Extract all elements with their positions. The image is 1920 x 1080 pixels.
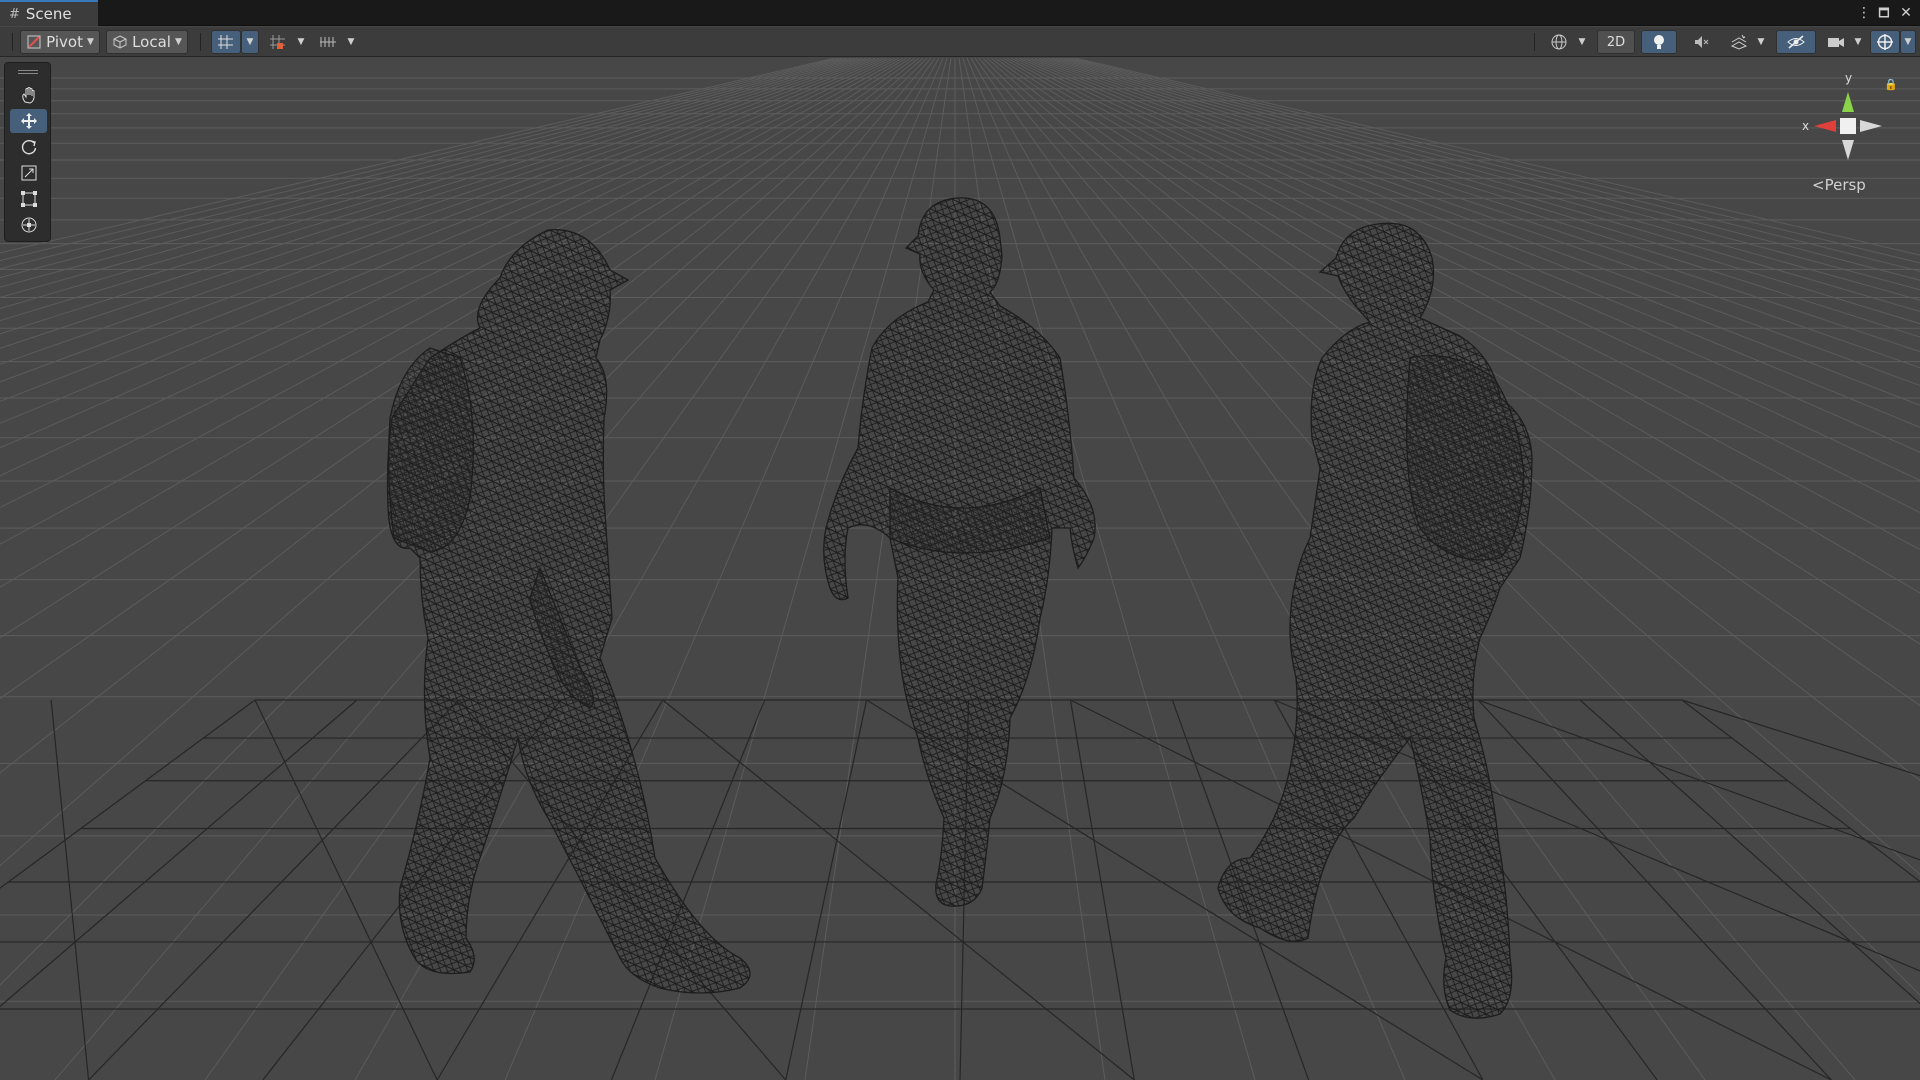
grid-visibility-dropdown[interactable]: ▼ bbox=[343, 30, 359, 54]
gizmo-center-cube[interactable] bbox=[1840, 118, 1856, 134]
projection-label: Persp bbox=[1824, 176, 1866, 194]
scene-viewport[interactable]: y x 🔒 <Persp bbox=[0, 58, 1920, 1080]
hand-icon bbox=[21, 87, 34, 104]
chevron-down-icon: ▼ bbox=[1578, 37, 1586, 47]
rotate-tool-button[interactable] bbox=[10, 135, 47, 159]
grid-snap-dropdown[interactable]: ▼ bbox=[241, 30, 259, 54]
unity-scene-window: # Scene ⋮ 🗖 ✕ Pivot ▼ Local ▼ ▼ ▼ ▼ ▼ 2D… bbox=[0, 0, 1920, 1080]
scene-canvas[interactable] bbox=[0, 58, 1920, 1080]
scene-toolbar: Pivot ▼ Local ▼ ▼ ▼ ▼ ▼ 2D ▼ ▼ ▼ bbox=[0, 27, 1920, 57]
hand-tool-button[interactable] bbox=[10, 83, 47, 107]
toolbar-separator bbox=[1534, 33, 1535, 51]
scale-icon bbox=[21, 165, 36, 181]
maximize-icon[interactable]: 🗖 bbox=[1875, 3, 1893, 23]
gizmo-icon bbox=[1877, 34, 1893, 50]
effects-dropdown[interactable]: ▼ bbox=[1753, 30, 1769, 54]
gizmo-y-axis[interactable] bbox=[1842, 92, 1854, 112]
pivot-label: Pivot bbox=[46, 33, 83, 51]
draw-mode-button[interactable] bbox=[1544, 30, 1574, 54]
tab-strip: # Scene ⋮ 🗖 ✕ bbox=[0, 0, 1920, 26]
gizmo-neg-y-axis[interactable] bbox=[1842, 140, 1854, 160]
camera-settings-dropdown[interactable]: ▼ bbox=[1850, 30, 1866, 54]
effects-icon bbox=[1730, 34, 1748, 50]
gizmos-dropdown[interactable]: ▼ bbox=[1900, 30, 1916, 54]
close-icon[interactable]: ✕ bbox=[1897, 3, 1915, 23]
rect-tool-button[interactable] bbox=[10, 187, 47, 211]
space-dropdown[interactable]: Local ▼ bbox=[106, 30, 188, 54]
2d-toggle[interactable]: 2D bbox=[1597, 30, 1635, 54]
chevron-down-icon: ▼ bbox=[1904, 37, 1912, 47]
rotate-icon bbox=[21, 140, 36, 155]
increment-snap-toggle[interactable] bbox=[263, 30, 293, 54]
move-icon bbox=[20, 113, 37, 129]
camera-icon bbox=[1828, 38, 1844, 47]
increment-snap-icon bbox=[270, 35, 285, 49]
audio-toggle[interactable] bbox=[1685, 30, 1719, 54]
tab-scene-label: Scene bbox=[25, 5, 72, 23]
rect-transform-icon bbox=[20, 191, 37, 207]
character-right-wireframe[interactable] bbox=[1217, 222, 1533, 1019]
chevron-left-icon: < bbox=[1812, 176, 1825, 194]
effects-toggle[interactable] bbox=[1725, 30, 1753, 54]
chevron-down-icon: ▼ bbox=[297, 37, 305, 47]
chevron-down-icon: ▼ bbox=[347, 37, 355, 47]
gizmos-toggle[interactable] bbox=[1870, 30, 1900, 54]
character-left-wireframe[interactable] bbox=[386, 229, 751, 994]
draw-mode-dropdown[interactable]: ▼ bbox=[1574, 30, 1590, 54]
transform-tool-button[interactable] bbox=[10, 213, 47, 237]
tools-overlay bbox=[4, 62, 51, 242]
chevron-down-icon: ▼ bbox=[246, 37, 254, 47]
tab-scene[interactable]: # Scene bbox=[0, 0, 98, 26]
scene-visibility-toggle[interactable] bbox=[1776, 30, 1816, 54]
space-label: Local bbox=[132, 33, 171, 51]
pivot-icon bbox=[27, 35, 41, 49]
chevron-down-icon: ▼ bbox=[1757, 37, 1765, 47]
grid-snap-icon bbox=[218, 35, 233, 49]
move-tool-button[interactable] bbox=[10, 109, 47, 133]
grid-snap-toggle[interactable] bbox=[211, 30, 241, 54]
gizmo-x-axis[interactable] bbox=[1814, 120, 1836, 132]
gizmo-y-label: y bbox=[1845, 71, 1852, 85]
lightbulb-icon bbox=[1654, 35, 1664, 49]
gizmo-neg-x-axis[interactable] bbox=[1860, 120, 1882, 132]
pivot-dropdown[interactable]: Pivot ▼ bbox=[20, 30, 100, 54]
character-middle-wireframe[interactable] bbox=[823, 197, 1096, 907]
scale-tool-button[interactable] bbox=[10, 161, 47, 185]
gizmo-x-label: x bbox=[1802, 119, 1809, 133]
lighting-toggle[interactable] bbox=[1641, 30, 1677, 54]
globe-icon bbox=[1551, 34, 1567, 50]
chevron-down-icon: ▼ bbox=[174, 37, 182, 47]
more-options-icon[interactable]: ⋮ bbox=[1855, 3, 1873, 23]
camera-settings-button[interactable] bbox=[1822, 30, 1850, 54]
toolbar-separator bbox=[200, 33, 201, 51]
grid-icon: # bbox=[9, 6, 20, 22]
transform-icon bbox=[21, 217, 36, 233]
projection-toggle[interactable]: <Persp bbox=[1812, 176, 1866, 194]
hidden-eye-icon bbox=[1787, 35, 1805, 49]
lock-icon[interactable]: 🔒 bbox=[1884, 78, 1898, 91]
chevron-down-icon: ▼ bbox=[1854, 37, 1862, 47]
grid-visibility-icon bbox=[320, 37, 336, 47]
cube-icon bbox=[113, 35, 127, 49]
drag-handle-icon[interactable] bbox=[18, 70, 38, 74]
chevron-down-icon: ▼ bbox=[86, 37, 94, 47]
grid-visibility-toggle[interactable] bbox=[313, 30, 343, 54]
audio-mute-icon bbox=[1695, 36, 1709, 48]
increment-snap-dropdown[interactable]: ▼ bbox=[293, 30, 309, 54]
toolbar-separator bbox=[12, 33, 13, 51]
